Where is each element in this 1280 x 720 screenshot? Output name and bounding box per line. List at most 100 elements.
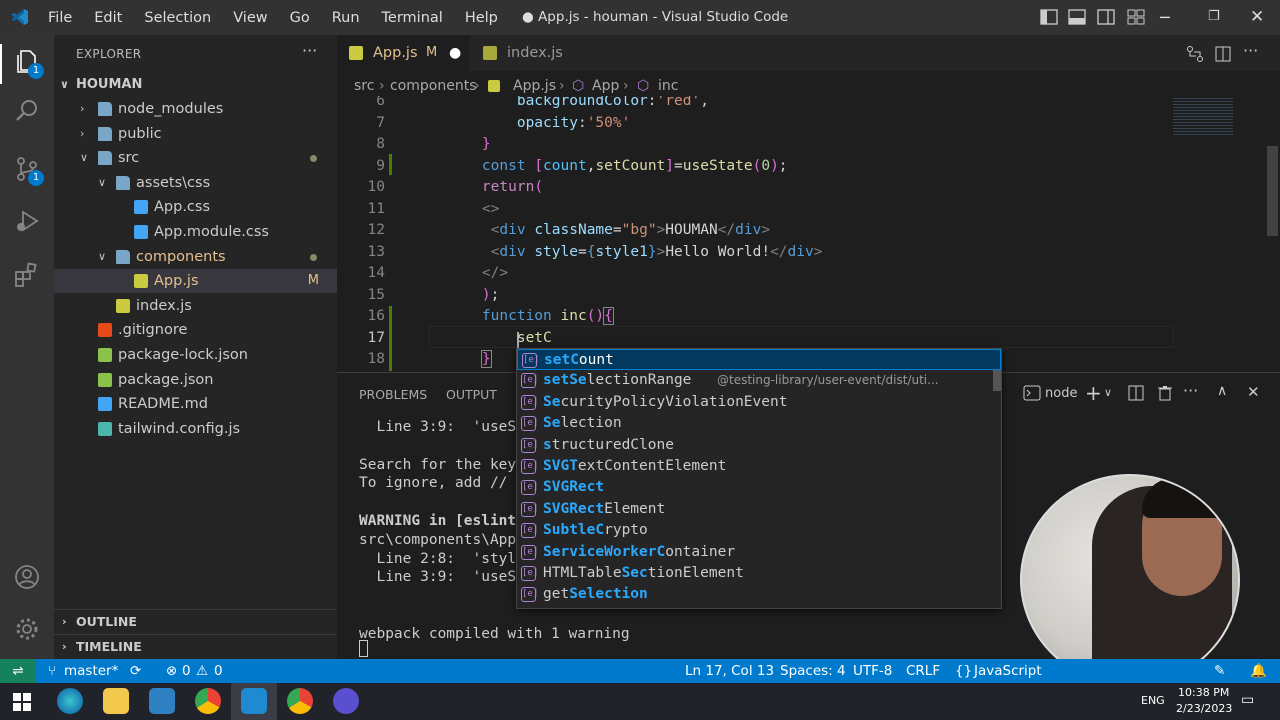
timeline-section[interactable]: › TIMELINE (54, 634, 337, 658)
remote-icon[interactable]: ⇌ (0, 659, 36, 683)
suggestion-item[interactable]: [e] SVGRectElement (517, 499, 1001, 520)
settings-gear-icon[interactable] (13, 615, 41, 643)
branch-name[interactable]: master* (64, 659, 118, 683)
close-panel-icon[interactable]: ✕ (1247, 383, 1260, 401)
windows-start-icon[interactable] (13, 693, 31, 711)
feedback-icon[interactable]: ✎ (1214, 659, 1225, 683)
tree-item[interactable]: › node_modules (54, 97, 337, 121)
language-indicator[interactable]: ENG (1141, 694, 1165, 707)
mail-icon[interactable] (149, 688, 175, 714)
tree-item[interactable]: .gitignore (54, 318, 337, 342)
suggestion-item[interactable]: [e] SubtleCrypto (517, 520, 1001, 541)
customize-layout-icon[interactable] (1127, 9, 1145, 25)
menu-edit[interactable]: Edit (94, 10, 122, 26)
split-editor-icon[interactable] (1214, 45, 1232, 63)
unsaved-dot-icon[interactable]: ● (449, 35, 461, 71)
suggestion-item[interactable]: [e] structuredClone (517, 435, 1001, 456)
suggestion-item[interactable]: [e] setSelectionRange @testing-library/use… (517, 370, 1001, 392)
editor-scrollbar[interactable] (1267, 146, 1278, 236)
file-explorer-icon[interactable] (103, 688, 129, 714)
suggestion-item[interactable]: [e] Selection (517, 413, 1001, 434)
chevron-down-icon[interactable]: ∨ (1104, 386, 1112, 399)
tree-item[interactable]: index.js (54, 294, 337, 318)
toggle-sidebar-icon[interactable] (1040, 9, 1058, 25)
tree-item[interactable]: package.json (54, 368, 337, 392)
maximize-panel-icon[interactable]: ∧ (1217, 383, 1227, 399)
minimap[interactable] (1173, 96, 1233, 136)
menu-help[interactable]: Help (465, 10, 498, 26)
indentation[interactable]: Spaces: 4 (780, 659, 846, 683)
suggestion-item[interactable]: [e] SVGRect (517, 477, 1001, 498)
restore-button[interactable]: ❐ (1208, 9, 1220, 24)
warning-icon[interactable]: ⚠ (196, 659, 208, 683)
tree-item[interactable]: › public (54, 122, 337, 146)
tab-app-js[interactable]: App.js M ● (337, 35, 470, 71)
vscode-logo-icon[interactable] (10, 7, 30, 27)
suggestion-item[interactable]: [e] getSelection (517, 584, 1001, 605)
close-window-button[interactable]: ✕ (1250, 7, 1264, 27)
chrome-icon[interactable] (287, 688, 313, 714)
tree-item[interactable]: App.js M (54, 269, 337, 294)
minimize-button[interactable]: ─ (1160, 8, 1170, 27)
outline-section[interactable]: › OUTLINE (54, 609, 337, 633)
suggestion-item[interactable]: [e] setCount (517, 349, 1001, 371)
suggestion-item[interactable]: [e] ServiceWorkerContainer (517, 542, 1001, 563)
toggle-secondary-sidebar-icon[interactable] (1097, 9, 1115, 25)
clock-date[interactable]: 2/23/2023 (1176, 702, 1232, 715)
tab-index-js[interactable]: index.js (471, 35, 581, 71)
suggestion-item[interactable]: [e] HTMLTableSectionElement (517, 563, 1001, 584)
account-icon[interactable] (13, 563, 41, 591)
menu-file[interactable]: File (48, 10, 72, 26)
suggestion-item[interactable]: [e] SecurityPolicyViolationEvent (517, 392, 1001, 413)
new-terminal-icon[interactable]: + (1085, 381, 1102, 405)
panel-more-icon[interactable]: ··· (1183, 381, 1198, 400)
terminal-name[interactable]: node (1045, 386, 1077, 401)
more-actions-icon[interactable]: ··· (302, 41, 317, 60)
tree-item[interactable]: App.css (54, 195, 337, 219)
menu-selection[interactable]: Selection (144, 10, 211, 26)
code-editor[interactable]: 6 7 8 9 10 11 12 13 14 15 16 17 18 backgroundColor:'… (337, 96, 1280, 371)
notifications-icon[interactable]: 🔔 (1250, 659, 1267, 683)
tree-item[interactable]: README.md (54, 392, 337, 416)
chrome-icon[interactable] (195, 688, 221, 714)
encoding[interactable]: UTF-8 (853, 659, 892, 683)
trash-icon[interactable] (1157, 385, 1173, 401)
split-terminal-icon[interactable] (1128, 385, 1144, 401)
editor-more-icon[interactable]: ··· (1243, 41, 1258, 60)
tab-problems[interactable]: PROBLEMS (359, 387, 427, 402)
source-control-badge: 1 (28, 170, 44, 186)
tree-item[interactable]: ∨ components (54, 245, 337, 269)
menu-view[interactable]: View (233, 10, 267, 26)
menu-run[interactable]: Run (332, 10, 360, 26)
branch-icon[interactable]: ⑂ (48, 659, 56, 683)
error-icon[interactable]: ⊗ (166, 659, 177, 683)
run-debug-icon[interactable] (13, 207, 41, 235)
extensions-icon[interactable] (13, 261, 41, 289)
suggestion-scrollbar[interactable] (993, 370, 1001, 392)
autocomplete-suggestions[interactable]: [e] setCount [e] setSelectionRange @testing-… (516, 348, 1002, 609)
action-center-icon[interactable]: ▭ (1241, 692, 1254, 708)
edge-icon[interactable] (57, 688, 83, 714)
cursor-position[interactable]: Ln 17, Col 13 (685, 659, 774, 683)
suggestion-item[interactable]: [e] SVGTextContentElement (517, 456, 1001, 477)
compare-changes-icon[interactable] (1186, 45, 1204, 63)
menu-go[interactable]: Go (290, 10, 310, 26)
search-icon[interactable] (13, 97, 41, 125)
clock-time[interactable]: 10:38 PM (1178, 686, 1229, 699)
tree-item[interactable]: ∨ assets\css (54, 171, 337, 195)
workspace-root[interactable]: ∨ HOUMAN (54, 73, 337, 97)
tree-item[interactable]: App.module.css (54, 220, 337, 244)
vscode-taskbar-icon[interactable] (241, 688, 267, 714)
obs-icon[interactable] (333, 688, 359, 714)
line-ending[interactable]: CRLF (906, 659, 940, 683)
tab-output[interactable]: OUTPUT (446, 387, 497, 402)
sync-icon[interactable]: ⟳ (130, 659, 141, 683)
tree-item[interactable]: ∨ src (54, 146, 337, 170)
menu-terminal[interactable]: Terminal (382, 10, 443, 26)
suggestion-label: SVGRect (543, 479, 605, 496)
toggle-panel-icon[interactable] (1068, 9, 1086, 25)
tree-item[interactable]: package-lock.json (54, 343, 337, 367)
tree-item[interactable]: tailwind.config.js (54, 417, 337, 441)
language-mode[interactable]: JavaScript (974, 659, 1042, 683)
line-number: 17 (367, 329, 385, 346)
